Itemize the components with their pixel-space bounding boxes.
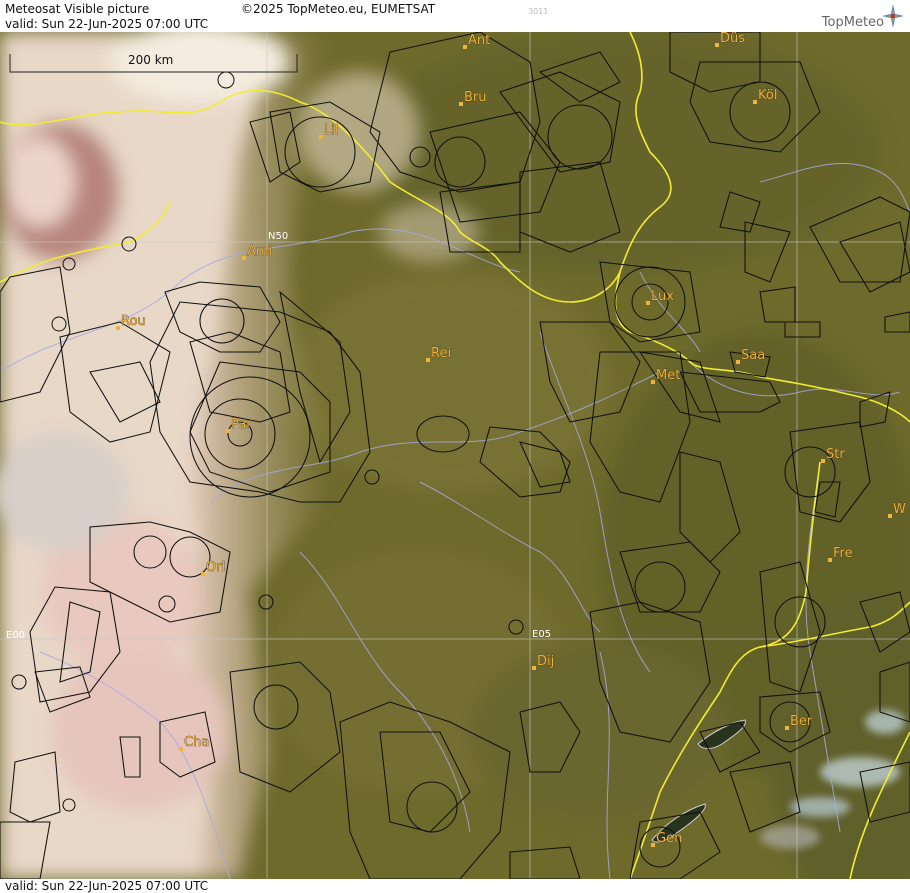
- product-title: Meteosat Visible picture: [5, 2, 150, 16]
- copyright-text: ©2025 TopMeteo.eu, EUMETSAT: [241, 2, 436, 16]
- city-label-14[interactable]: Fre: [833, 546, 853, 562]
- city-marker-5: [242, 256, 246, 260]
- city-marker-9: [736, 360, 740, 364]
- city-label-12[interactable]: Str: [826, 447, 846, 463]
- header-bar: Meteosat Visible picture valid: Sun 22-J…: [0, 0, 910, 32]
- city-label-16[interactable]: Dij: [537, 654, 555, 670]
- city-label-1[interactable]: Düs: [720, 32, 746, 46]
- city-label-10[interactable]: Met: [656, 368, 681, 384]
- city-label-0[interactable]: Ant: [468, 33, 491, 49]
- city-marker-19: [651, 843, 655, 847]
- city-label-11[interactable]: Par: [231, 417, 253, 433]
- compass-star-icon: [882, 4, 904, 28]
- lat-label-n50: N50: [268, 231, 288, 242]
- city-label-9[interactable]: Saa: [741, 348, 766, 364]
- footer-bar: valid: Sun 22-Jun-2025 07:00 UTC: [0, 879, 910, 893]
- city-label-3[interactable]: Köl: [758, 88, 778, 104]
- lon-label-e05: E05: [532, 629, 551, 640]
- product-code: 3011: [528, 7, 549, 16]
- valid-time-top: valid: Sun 22-Jun-2025 07:00 UTC: [5, 17, 209, 31]
- city-label-2[interactable]: Bru: [464, 90, 487, 106]
- city-label-5[interactable]: Ami: [247, 244, 273, 260]
- city-marker-11: [226, 429, 230, 433]
- city-marker-17: [785, 726, 789, 730]
- city-marker-4: [319, 135, 323, 139]
- city-marker-14: [828, 558, 832, 562]
- city-marker-15: [201, 572, 205, 576]
- city-marker-2: [459, 102, 463, 106]
- city-label-19[interactable]: Gen: [656, 831, 683, 847]
- city-label-4[interactable]: Lil: [324, 123, 339, 139]
- city-label-8[interactable]: Rei: [431, 346, 452, 362]
- city-marker-3: [753, 100, 757, 104]
- city-marker-16: [532, 666, 536, 670]
- brand-logo-text[interactable]: TopMeteo: [822, 15, 884, 30]
- city-marker-10: [651, 380, 655, 384]
- city-label-18[interactable]: Cha: [184, 735, 210, 751]
- city-marker-8: [426, 358, 430, 362]
- city-marker-6: [646, 301, 650, 305]
- map-frame: Meteosat Visible picture valid: Sun 22-J…: [0, 0, 910, 893]
- city-marker-0: [463, 45, 467, 49]
- city-marker-1: [715, 43, 719, 47]
- city-label-7[interactable]: Rou: [121, 314, 146, 330]
- city-label-15[interactable]: Orl: [206, 560, 226, 576]
- city-marker-18: [179, 747, 183, 751]
- city-label-17[interactable]: Ber: [790, 714, 814, 730]
- valid-time-bottom: valid: Sun 22-Jun-2025 07:00 UTC: [5, 879, 209, 893]
- satellite-map[interactable]: N50 E00 E05 200 km Ant Düs Bru Köl Lil A…: [0, 32, 910, 879]
- city-marker-13: [888, 514, 892, 518]
- city-label-6[interactable]: Lux: [651, 289, 675, 305]
- city-label-13[interactable]: W: [893, 502, 907, 518]
- city-marker-7: [116, 326, 120, 330]
- lon-label-e00: E00: [6, 630, 25, 641]
- scale-label: 200 km: [128, 53, 173, 67]
- city-marker-12: [821, 459, 825, 463]
